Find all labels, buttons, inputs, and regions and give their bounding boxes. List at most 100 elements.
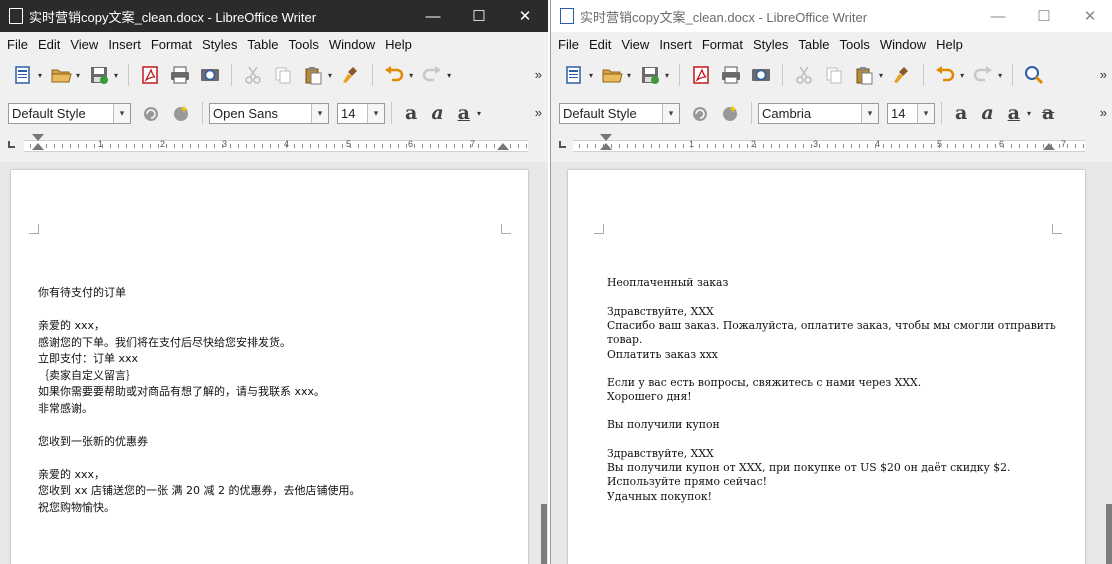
menu-file[interactable]: File — [2, 37, 33, 52]
copy-button[interactable] — [271, 63, 295, 87]
minimize-button[interactable]: — — [410, 0, 456, 32]
export-pdf-button[interactable] — [689, 63, 713, 87]
more-options-icon[interactable]: » — [535, 67, 542, 82]
maximize-button[interactable]: ☐ — [1021, 0, 1067, 32]
menu-tools[interactable]: Tools — [283, 37, 323, 52]
more-options-icon[interactable]: » — [535, 105, 542, 120]
save-dropdown-arrow[interactable]: ▾ — [665, 71, 669, 80]
save-button[interactable] — [87, 63, 111, 87]
left-indent-marker[interactable] — [600, 143, 612, 150]
more-options-icon[interactable]: » — [1100, 67, 1107, 82]
clone-formatting-button[interactable] — [890, 63, 914, 87]
open-button[interactable] — [600, 63, 624, 87]
open-dropdown-arrow[interactable]: ▾ — [627, 71, 631, 80]
new-style-button[interactable] — [169, 101, 193, 125]
menu-window[interactable]: Window — [875, 37, 931, 52]
right-indent-marker[interactable] — [1043, 143, 1055, 150]
menu-table[interactable]: Table — [793, 37, 834, 52]
first-line-indent-marker[interactable] — [32, 134, 44, 141]
new-dropdown-arrow[interactable]: ▾ — [589, 71, 593, 80]
vertical-scrollbar[interactable] — [540, 162, 548, 564]
save-button[interactable] — [638, 63, 662, 87]
menu-styles[interactable]: Styles — [197, 37, 242, 52]
scrollbar-thumb[interactable] — [1106, 504, 1112, 564]
undo-button[interactable] — [933, 63, 957, 87]
paste-button[interactable] — [852, 63, 876, 87]
menu-styles[interactable]: Styles — [748, 37, 793, 52]
menu-edit[interactable]: Edit — [33, 37, 65, 52]
bold-icon[interactable]: a — [405, 102, 417, 124]
bold-icon[interactable]: a — [955, 102, 967, 124]
maximize-button[interactable]: ☐ — [456, 0, 502, 32]
new-style-button[interactable] — [718, 101, 742, 125]
document-area[interactable]: 你有待支付的订单 亲爱的 xxx， 感谢您的下单。我们将在支付后尽快给您安排发货… — [0, 162, 548, 564]
menu-view[interactable]: View — [65, 37, 103, 52]
right-indent-marker[interactable] — [497, 143, 509, 150]
new-dropdown-arrow[interactable]: ▾ — [38, 71, 42, 80]
close-button[interactable]: ✕ — [1067, 0, 1112, 32]
tab-stop-icon[interactable] — [8, 141, 15, 148]
menu-insert[interactable]: Insert — [654, 37, 697, 52]
save-dropdown-arrow[interactable]: ▾ — [114, 71, 118, 80]
update-style-button[interactable] — [139, 101, 163, 125]
italic-icon[interactable]: a — [981, 102, 993, 124]
paste-dropdown-arrow[interactable]: ▾ — [879, 71, 883, 80]
menu-tools[interactable]: Tools — [834, 37, 874, 52]
print-preview-button[interactable] — [749, 63, 773, 87]
more-options-icon[interactable]: » — [1100, 105, 1107, 120]
menu-help[interactable]: Help — [931, 37, 968, 52]
paragraph-style-select[interactable]: Default Style ▾ — [559, 102, 680, 124]
new-document-button[interactable] — [11, 63, 35, 87]
menu-help[interactable]: Help — [380, 37, 417, 52]
strikethrough-icon[interactable]: a — [1042, 102, 1054, 124]
open-dropdown-arrow[interactable]: ▾ — [76, 71, 80, 80]
underline-icon[interactable]: a — [458, 102, 470, 124]
export-pdf-button[interactable] — [138, 63, 162, 87]
document-page[interactable]: Неоплаченный заказ Здравствуйте, XXX Спа… — [568, 170, 1085, 564]
clone-formatting-button[interactable] — [339, 63, 363, 87]
new-document-button[interactable] — [562, 63, 586, 87]
scrollbar-thumb[interactable] — [541, 504, 547, 564]
underline-dropdown-arrow[interactable]: ▾ — [1027, 109, 1031, 118]
copy-button[interactable] — [822, 63, 846, 87]
redo-button[interactable] — [971, 63, 995, 87]
menu-view[interactable]: View — [616, 37, 654, 52]
underline-dropdown-arrow[interactable]: ▾ — [477, 109, 481, 118]
italic-icon[interactable]: a — [431, 102, 443, 124]
menu-table[interactable]: Table — [242, 37, 283, 52]
open-button[interactable] — [49, 63, 73, 87]
find-replace-button[interactable] — [1022, 63, 1046, 87]
font-name-select[interactable]: Cambria ▾ — [758, 102, 879, 124]
update-style-button[interactable] — [688, 101, 712, 125]
menu-format[interactable]: Format — [146, 37, 197, 52]
vertical-scrollbar[interactable] — [1105, 162, 1112, 564]
undo-button[interactable] — [382, 63, 406, 87]
menu-file[interactable]: File — [553, 37, 584, 52]
left-indent-marker[interactable] — [32, 143, 44, 150]
font-size-select[interactable]: 14 ▾ — [887, 102, 935, 124]
menu-format[interactable]: Format — [697, 37, 748, 52]
menu-insert[interactable]: Insert — [103, 37, 146, 52]
paragraph-style-select[interactable]: Default Style ▾ — [8, 102, 131, 124]
first-line-indent-marker[interactable] — [600, 134, 612, 141]
menu-edit[interactable]: Edit — [584, 37, 616, 52]
redo-dropdown-arrow[interactable]: ▾ — [998, 71, 1002, 80]
undo-dropdown-arrow[interactable]: ▾ — [960, 71, 964, 80]
redo-dropdown-arrow[interactable]: ▾ — [447, 71, 451, 80]
paste-dropdown-arrow[interactable]: ▾ — [328, 71, 332, 80]
close-button[interactable]: ✕ — [502, 0, 548, 32]
print-preview-button[interactable] — [198, 63, 222, 87]
print-button[interactable] — [168, 63, 192, 87]
font-name-select[interactable]: Open Sans ▾ — [209, 102, 329, 124]
menu-window[interactable]: Window — [324, 37, 380, 52]
paste-button[interactable] — [301, 63, 325, 87]
undo-dropdown-arrow[interactable]: ▾ — [409, 71, 413, 80]
document-page[interactable]: 你有待支付的订单 亲爱的 xxx， 感谢您的下单。我们将在支付后尽快给您安排发货… — [11, 170, 528, 564]
underline-icon[interactable]: a — [1008, 102, 1020, 124]
tab-stop-icon[interactable] — [559, 141, 566, 148]
redo-button[interactable] — [420, 63, 444, 87]
cut-button[interactable] — [241, 63, 265, 87]
font-size-select[interactable]: 14 ▾ — [337, 102, 385, 124]
cut-button[interactable] — [792, 63, 816, 87]
document-area[interactable]: Неоплаченный заказ Здравствуйте, XXX Спа… — [551, 162, 1112, 564]
